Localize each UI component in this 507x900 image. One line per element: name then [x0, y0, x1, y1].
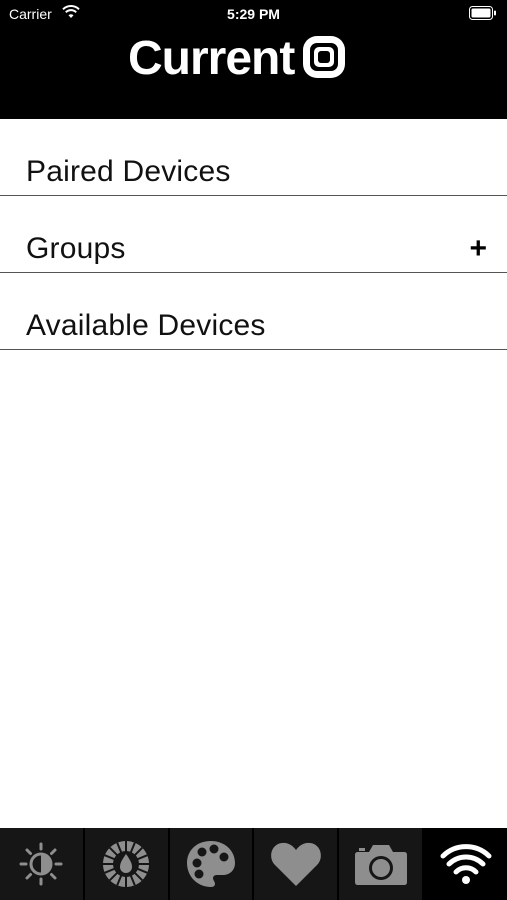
tab-palette[interactable] [169, 828, 253, 900]
add-group-button[interactable]: + [469, 234, 487, 264]
brightness-icon [18, 841, 64, 887]
section-label: Paired Devices [26, 155, 231, 188]
list-item-available-devices[interactable]: Available Devices [0, 273, 507, 350]
section-label: Groups [26, 232, 126, 265]
list-item-paired-devices[interactable]: Paired Devices [0, 119, 507, 196]
tab-brightness[interactable] [0, 828, 83, 900]
color-temperature-icon [101, 839, 151, 889]
tab-camera[interactable] [339, 828, 423, 900]
logo-text: Current [128, 32, 295, 85]
status-bar: Carrier 5:29 PM [0, 0, 507, 28]
tab-color-temperature[interactable] [84, 828, 168, 900]
battery-icon [469, 6, 497, 23]
app-logo: Current [128, 34, 346, 84]
tab-favorites[interactable] [254, 828, 338, 900]
tab-bar [0, 828, 507, 900]
list-item-groups[interactable]: Groups + [0, 196, 507, 273]
wifi-icon [440, 843, 492, 885]
tab-wifi[interactable] [424, 828, 507, 900]
palette-icon [185, 839, 237, 889]
status-time: 5:29 PM [227, 6, 280, 22]
section-label: Available Devices [26, 309, 266, 342]
current-logo-mark-icon [302, 35, 346, 84]
camera-icon [354, 842, 408, 886]
device-list: Paired Devices Groups + Available Device… [0, 119, 507, 350]
heart-icon [270, 841, 322, 887]
app-header: Carrier 5:29 PM Current [0, 0, 507, 119]
